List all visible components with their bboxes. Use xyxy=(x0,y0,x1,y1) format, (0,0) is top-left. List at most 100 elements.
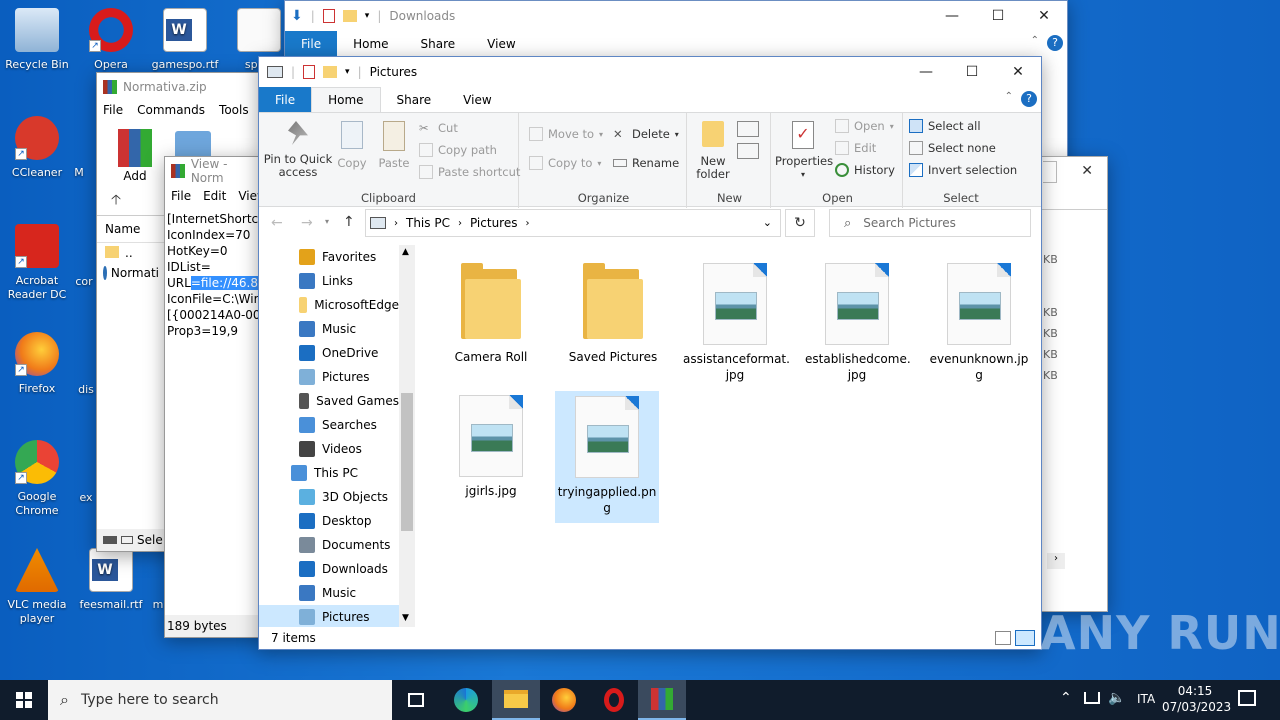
tab-file[interactable]: File xyxy=(259,87,312,112)
minimize-button[interactable]: — xyxy=(903,57,949,87)
taskbar-firefox[interactable] xyxy=(540,680,588,720)
taskbar-search-input[interactable]: Type here to search xyxy=(81,692,219,708)
address-dropdown-icon[interactable]: ⌄ xyxy=(763,216,772,229)
ribbon-collapse-icon[interactable]: ⌃ xyxy=(1005,91,1013,102)
desktop-icon-recycle-bin[interactable]: Recycle Bin xyxy=(0,8,74,72)
delete-button[interactable]: ✕ Delete ▾ xyxy=(613,127,679,141)
minimize-button[interactable]: — xyxy=(929,1,975,31)
menu-item[interactable]: Edit xyxy=(203,189,226,203)
nav-scrollbar[interactable]: ▲ ▼ xyxy=(399,245,415,627)
list-item[interactable]: Normati xyxy=(97,263,165,283)
taskbar-edge[interactable] xyxy=(442,680,490,720)
explorer-window[interactable]: | ▾ | Pictures — ☐ ✕ File Home Share Vie… xyxy=(258,56,1042,650)
file-item[interactable]: tryingapplied.pn g xyxy=(555,391,659,523)
properties-button[interactable]: ✓ Properties ▾ xyxy=(775,121,833,181)
nav-item[interactable]: OneDrive xyxy=(259,341,399,365)
language-indicator[interactable]: ITA xyxy=(1137,692,1155,706)
copy-button[interactable]: Copy xyxy=(335,121,369,170)
tab-view[interactable]: View xyxy=(471,31,531,56)
menu-item[interactable]: File xyxy=(103,103,123,117)
volume-icon[interactable]: 🔈 xyxy=(1108,690,1125,706)
rename-button[interactable]: Rename xyxy=(613,156,679,170)
close-button[interactable]: ✕ xyxy=(1081,163,1093,179)
tab-home[interactable]: Home xyxy=(311,87,381,112)
start-button[interactable] xyxy=(0,680,48,720)
taskbar-file-explorer[interactable] xyxy=(492,680,540,720)
easy-access-icon[interactable] xyxy=(737,143,759,159)
desktop-icon-vlc[interactable]: VLC media player xyxy=(0,548,74,626)
menu-item[interactable]: File xyxy=(171,189,191,203)
nav-item[interactable]: 3D Objects xyxy=(259,485,399,509)
desktop-icon-chrome[interactable]: ↗ Google Chrome xyxy=(0,440,74,518)
desktop-icon-gamespo[interactable]: W gamespo.rtf xyxy=(148,8,222,72)
help-icon[interactable]: ? xyxy=(1047,35,1063,51)
add-button[interactable]: Add xyxy=(115,129,155,183)
nav-item[interactable]: Favorites xyxy=(259,245,399,269)
desktop-icon-feesmail[interactable]: W feesmail.rtf xyxy=(74,548,148,612)
file-item[interactable]: assistanceformat. jpg xyxy=(683,259,790,382)
folder-item[interactable]: Saved Pictures xyxy=(561,259,665,379)
list-item[interactable]: .. xyxy=(97,243,165,263)
nav-item[interactable]: Videos xyxy=(259,437,399,461)
nav-item[interactable]: Links xyxy=(259,269,399,293)
address-bar[interactable]: › This PC › Pictures › ⌄ xyxy=(365,209,781,237)
close-button[interactable]: ✕ xyxy=(1021,1,1067,31)
select-none-button[interactable]: Select none xyxy=(909,141,996,155)
desktop-icon-ccleaner[interactable]: ↗ CCleaner xyxy=(0,116,74,180)
recent-dropdown-icon[interactable]: ▾ xyxy=(325,217,329,226)
tab-share[interactable]: Share xyxy=(381,87,448,112)
chevron-down-icon[interactable]: ▾ xyxy=(345,67,350,77)
network-icon[interactable] xyxy=(1084,692,1100,704)
large-icons-view-icon[interactable] xyxy=(1015,630,1035,646)
selected-text[interactable]: =file://46.8 xyxy=(190,276,258,290)
search-box[interactable]: ⌕ Search Pictures xyxy=(829,209,1031,237)
file-item[interactable]: jgirls.jpg xyxy=(439,391,543,511)
desktop-icon-opera[interactable]: ↗ Opera xyxy=(74,8,148,72)
open-button[interactable]: Open ▾ xyxy=(835,119,894,133)
help-icon[interactable]: ? xyxy=(1021,91,1037,107)
nav-item[interactable]: Searches xyxy=(259,413,399,437)
clock[interactable]: 04:15 07/03/2023 xyxy=(1162,683,1231,715)
menu-item[interactable]: Tools xyxy=(219,103,249,117)
tab-home[interactable]: Home xyxy=(337,31,404,56)
nav-item[interactable]: Pictures xyxy=(259,365,399,389)
menu-item[interactable]: Commands xyxy=(137,103,205,117)
invert-selection-button[interactable]: Invert selection xyxy=(909,163,1017,177)
new-item-icon[interactable] xyxy=(737,121,759,137)
background-dialog[interactable]: ✕ KB KB KB KB KB › xyxy=(1040,156,1108,612)
paste-shortcut-button[interactable]: Paste shortcut xyxy=(419,165,520,179)
file-item[interactable]: evenunknown.jp g xyxy=(927,259,1031,382)
tab-share[interactable]: Share xyxy=(405,31,472,56)
history-button[interactable]: History xyxy=(835,163,895,177)
up-arrow-icon[interactable]: 🡡 xyxy=(111,189,121,213)
nav-item[interactable]: Pictures xyxy=(259,605,399,627)
nav-item[interactable]: Music xyxy=(259,581,399,605)
copy-to-button[interactable]: Copy to ▾ xyxy=(529,156,601,170)
nav-item[interactable]: Music xyxy=(259,317,399,341)
scroll-up-icon[interactable]: ▲ xyxy=(402,247,409,257)
details-view-icon[interactable] xyxy=(995,631,1011,645)
nav-item[interactable]: Saved Games xyxy=(259,389,399,413)
tab-view[interactable]: View xyxy=(447,87,507,112)
maximize-button[interactable]: ☐ xyxy=(949,57,995,87)
move-to-button[interactable]: Move to ▾ xyxy=(529,127,603,141)
notifications-icon[interactable] xyxy=(1238,690,1256,706)
copy-path-button[interactable]: Copy path xyxy=(419,143,497,157)
edit-button[interactable]: Edit xyxy=(835,141,876,155)
desktop-icon-firefox[interactable]: ↗ Firefox xyxy=(0,332,74,396)
nav-item[interactable]: This PC xyxy=(259,461,399,485)
chevron-down-icon[interactable]: ▾ xyxy=(365,11,370,21)
nav-item[interactable]: Downloads xyxy=(259,557,399,581)
forward-arrow-icon[interactable]: → xyxy=(301,215,313,231)
up-arrow-icon[interactable]: ↑ xyxy=(343,214,355,230)
breadcrumb-item[interactable]: This PC xyxy=(406,216,450,230)
scroll-thumb[interactable] xyxy=(401,393,413,531)
nav-item[interactable]: MicrosoftEdge xyxy=(259,293,399,317)
properties-check-icon[interactable] xyxy=(303,65,316,79)
nav-item[interactable]: Documents xyxy=(259,533,399,557)
new-folder-icon[interactable] xyxy=(323,66,338,78)
back-arrow-icon[interactable]: ← xyxy=(271,215,283,231)
search-input[interactable]: Search Pictures xyxy=(863,216,956,230)
viewer-text[interactable]: [InternetShortcu IconIndex=70 HotKey=0 I… xyxy=(167,211,263,339)
taskbar-opera[interactable] xyxy=(590,680,638,720)
